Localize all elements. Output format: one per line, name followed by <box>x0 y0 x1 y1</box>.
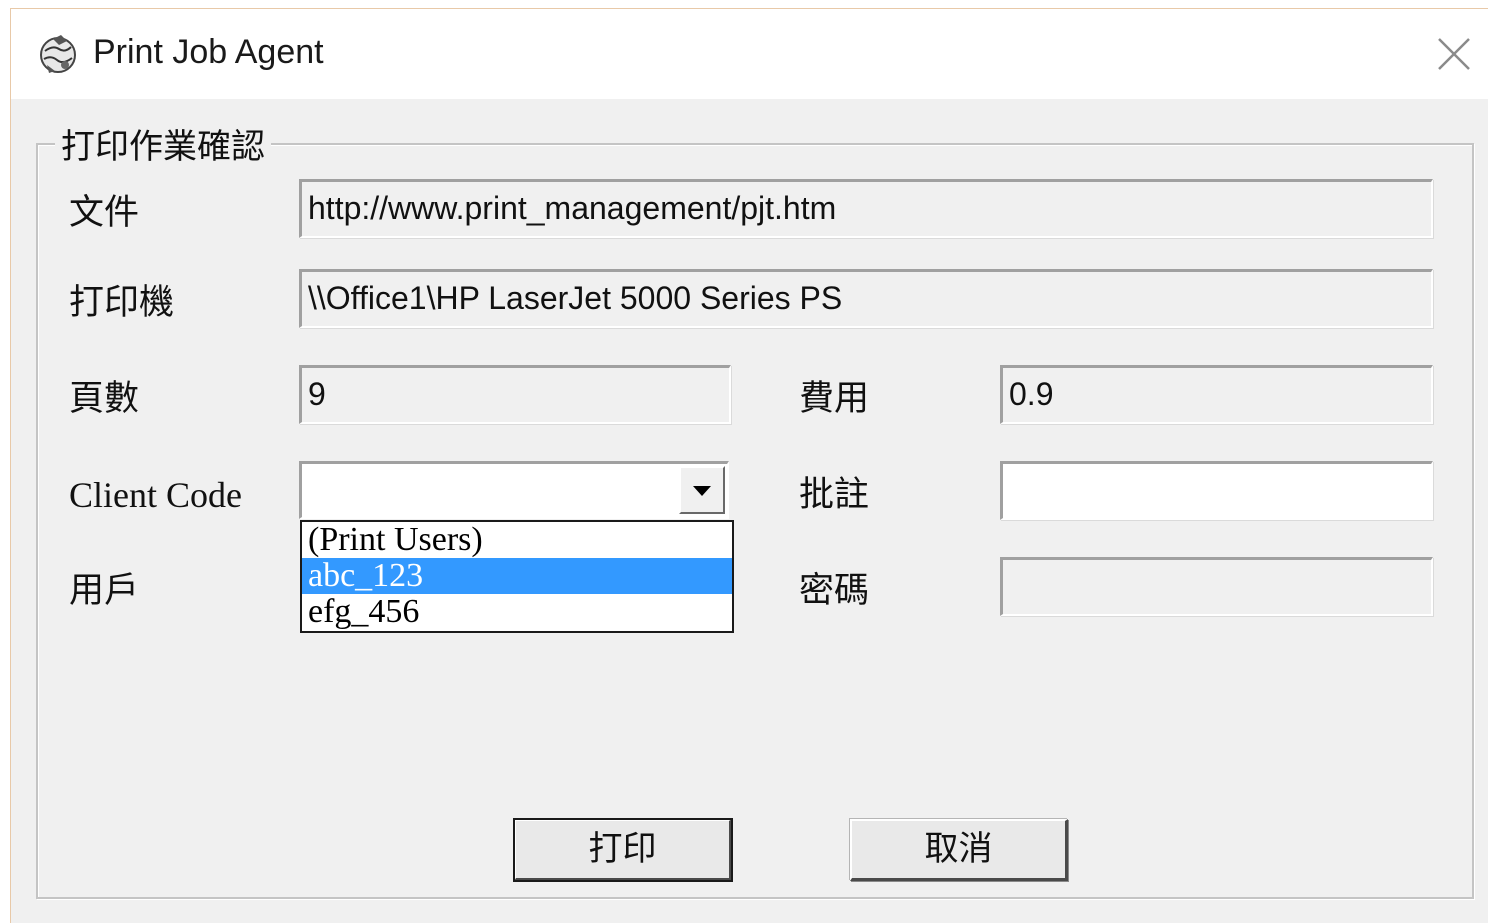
password-field[interactable] <box>1000 557 1433 616</box>
window-title: Print Job Agent <box>93 33 324 71</box>
comment-field[interactable] <box>1000 461 1433 520</box>
printer-field[interactable]: \\Office1\HP LaserJet 5000 Series PS <box>299 269 1433 328</box>
print-job-agent-window: Print Job Agent 打印作業確認 文件 http://www.pri… <box>10 8 1488 923</box>
close-icon[interactable] <box>1431 31 1477 77</box>
title-bar[interactable]: Print Job Agent <box>11 9 1488 99</box>
comment-label: 批註 <box>799 475 870 515</box>
pages-field[interactable]: 9 <box>299 365 731 424</box>
dropdown-item-abc-123[interactable]: abc_123 <box>302 558 732 594</box>
print-confirm-groupbox <box>36 143 1474 899</box>
client-code-label: Client Code <box>69 475 242 515</box>
password-label: 密碼 <box>799 571 870 611</box>
client-code-dropdown-list: (Print Users) abc_123 efg_456 <box>300 520 734 633</box>
print-button[interactable]: 打印 <box>513 818 733 882</box>
client-code-dropdown-button[interactable] <box>679 466 725 514</box>
document-field[interactable]: http://www.print_management/pjt.htm <box>299 179 1433 238</box>
print-agent-globe-icon <box>40 35 76 73</box>
chevron-down-icon <box>693 486 711 496</box>
document-label: 文件 <box>69 193 140 233</box>
pages-label: 頁數 <box>69 379 140 419</box>
cost-label: 費用 <box>799 379 870 419</box>
cancel-button[interactable]: 取消 <box>850 819 1068 881</box>
user-label: 用戶 <box>69 571 140 611</box>
groupbox-title: 打印作業確認 <box>55 123 271 171</box>
dropdown-item-print-users[interactable]: (Print Users) <box>302 522 732 558</box>
cost-field[interactable]: 0.9 <box>1000 365 1433 424</box>
printer-label: 打印機 <box>69 283 175 323</box>
client-code-combobox[interactable] <box>299 461 729 519</box>
dropdown-item-efg-456[interactable]: efg_456 <box>302 594 732 630</box>
